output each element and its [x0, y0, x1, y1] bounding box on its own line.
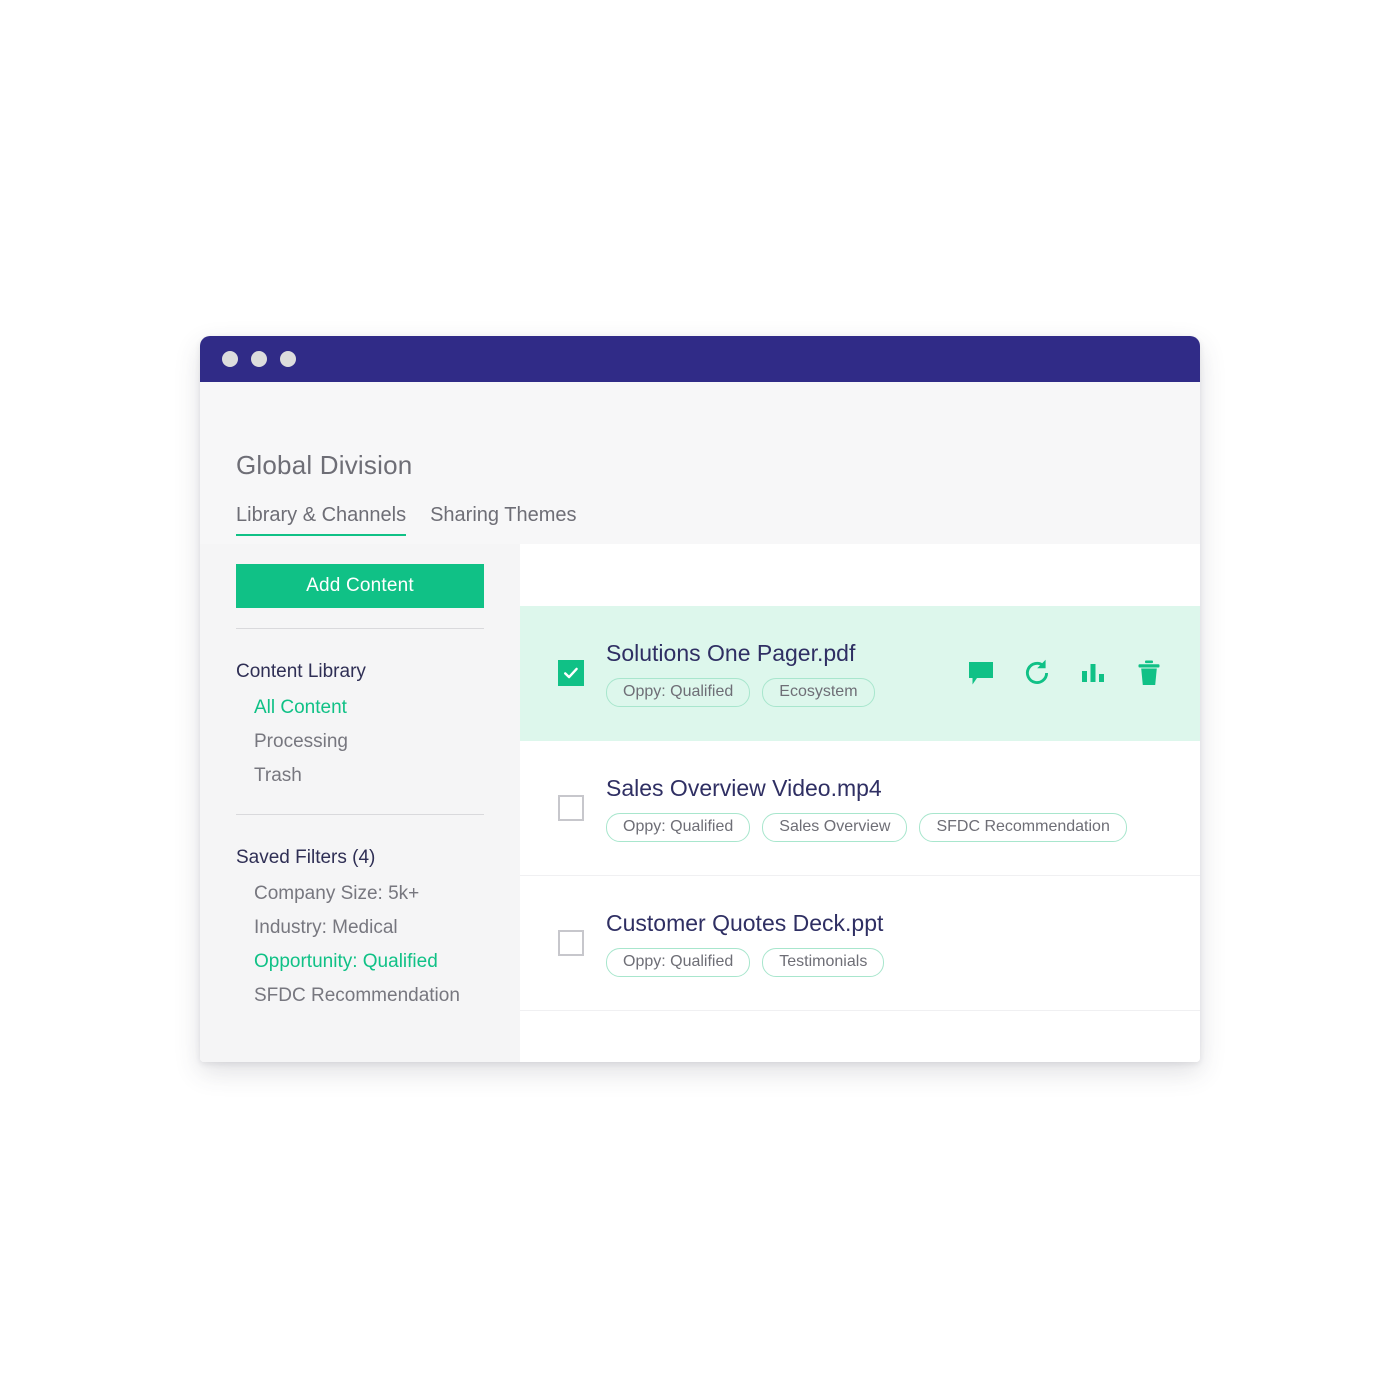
- window-body: Global Division Library & Channels Shari…: [200, 382, 1200, 1062]
- check-icon: [564, 667, 578, 679]
- content-pane: Solutions One Pager.pdf Oppy: Qualified …: [520, 544, 1200, 1062]
- sidebar-divider: [236, 814, 484, 815]
- app-window: Global Division Library & Channels Shari…: [200, 336, 1200, 1062]
- sidebar-item-all-content[interactable]: All Content: [254, 697, 347, 719]
- tabbar: Library & Channels Sharing Themes: [236, 504, 600, 536]
- tab-library-channels[interactable]: Library & Channels: [236, 504, 407, 536]
- window-titlebar: [200, 336, 1200, 382]
- content-list: Solutions One Pager.pdf Oppy: Qualified …: [520, 606, 1200, 1062]
- tag-list: Oppy: Qualified Testimonials: [606, 947, 1164, 977]
- table-row[interactable]: Customer Quotes Deck.ppt Oppy: Qualified…: [520, 876, 1200, 1011]
- row-actions: [940, 658, 1164, 688]
- row-filename[interactable]: Solutions One Pager.pdf: [606, 640, 940, 667]
- sidebar-divider: [236, 628, 484, 629]
- tag-pill[interactable]: Oppy: Qualified: [606, 812, 751, 842]
- row-filename[interactable]: Customer Quotes Deck.ppt: [606, 910, 1164, 937]
- trash-icon[interactable]: [1134, 658, 1164, 688]
- tag-pill[interactable]: Testimonials: [762, 947, 885, 977]
- tag-pill[interactable]: Oppy: Qualified: [606, 677, 751, 707]
- tag-pill[interactable]: SFDC Recommendation: [919, 812, 1127, 842]
- row-main: Solutions One Pager.pdf Oppy: Qualified …: [606, 640, 940, 707]
- add-content-button[interactable]: Add Content: [236, 564, 484, 608]
- content-library-heading: Content Library: [236, 661, 366, 682]
- row-checkbox[interactable]: [558, 660, 584, 686]
- tag-list: Oppy: Qualified Sales Overview SFDC Reco…: [606, 812, 1164, 842]
- sidebar-filter-opportunity[interactable]: Opportunity: Qualified: [254, 951, 438, 973]
- sidebar-item-processing[interactable]: Processing: [254, 731, 348, 753]
- comment-icon[interactable]: [966, 658, 996, 688]
- row-main: Customer Quotes Deck.ppt Oppy: Qualified…: [606, 910, 1164, 977]
- sidebar-filter-company-size[interactable]: Company Size: 5k+: [254, 883, 419, 905]
- table-row[interactable]: Solutions One Pager.pdf Oppy: Qualified …: [520, 606, 1200, 741]
- table-row[interactable]: Sales Overview Video.mp4 Oppy: Qualified…: [520, 741, 1200, 876]
- sidebar: Add Content Content Library All Content …: [200, 544, 520, 1062]
- saved-filters-heading: Saved Filters (4): [236, 847, 376, 868]
- tag-list: Oppy: Qualified Ecosystem: [606, 677, 940, 707]
- tag-pill[interactable]: Sales Overview: [762, 812, 908, 842]
- sidebar-filter-industry[interactable]: Industry: Medical: [254, 917, 398, 939]
- page-title: Global Division: [236, 450, 413, 480]
- tag-pill[interactable]: Ecosystem: [762, 677, 875, 707]
- tag-pill[interactable]: Oppy: Qualified: [606, 947, 751, 977]
- tab-sharing-themes[interactable]: Sharing Themes: [430, 504, 576, 536]
- refresh-icon[interactable]: [1022, 658, 1052, 688]
- row-main: Sales Overview Video.mp4 Oppy: Qualified…: [606, 775, 1164, 842]
- analytics-icon[interactable]: [1078, 658, 1108, 688]
- row-filename[interactable]: Sales Overview Video.mp4: [606, 775, 1164, 802]
- row-checkbox[interactable]: [558, 795, 584, 821]
- row-checkbox[interactable]: [558, 930, 584, 956]
- maximize-button[interactable]: [280, 351, 296, 367]
- close-button[interactable]: [222, 351, 238, 367]
- minimize-button[interactable]: [251, 351, 267, 367]
- sidebar-filter-sfdc[interactable]: SFDC Recommendation: [254, 985, 460, 1007]
- sidebar-item-trash[interactable]: Trash: [254, 765, 302, 787]
